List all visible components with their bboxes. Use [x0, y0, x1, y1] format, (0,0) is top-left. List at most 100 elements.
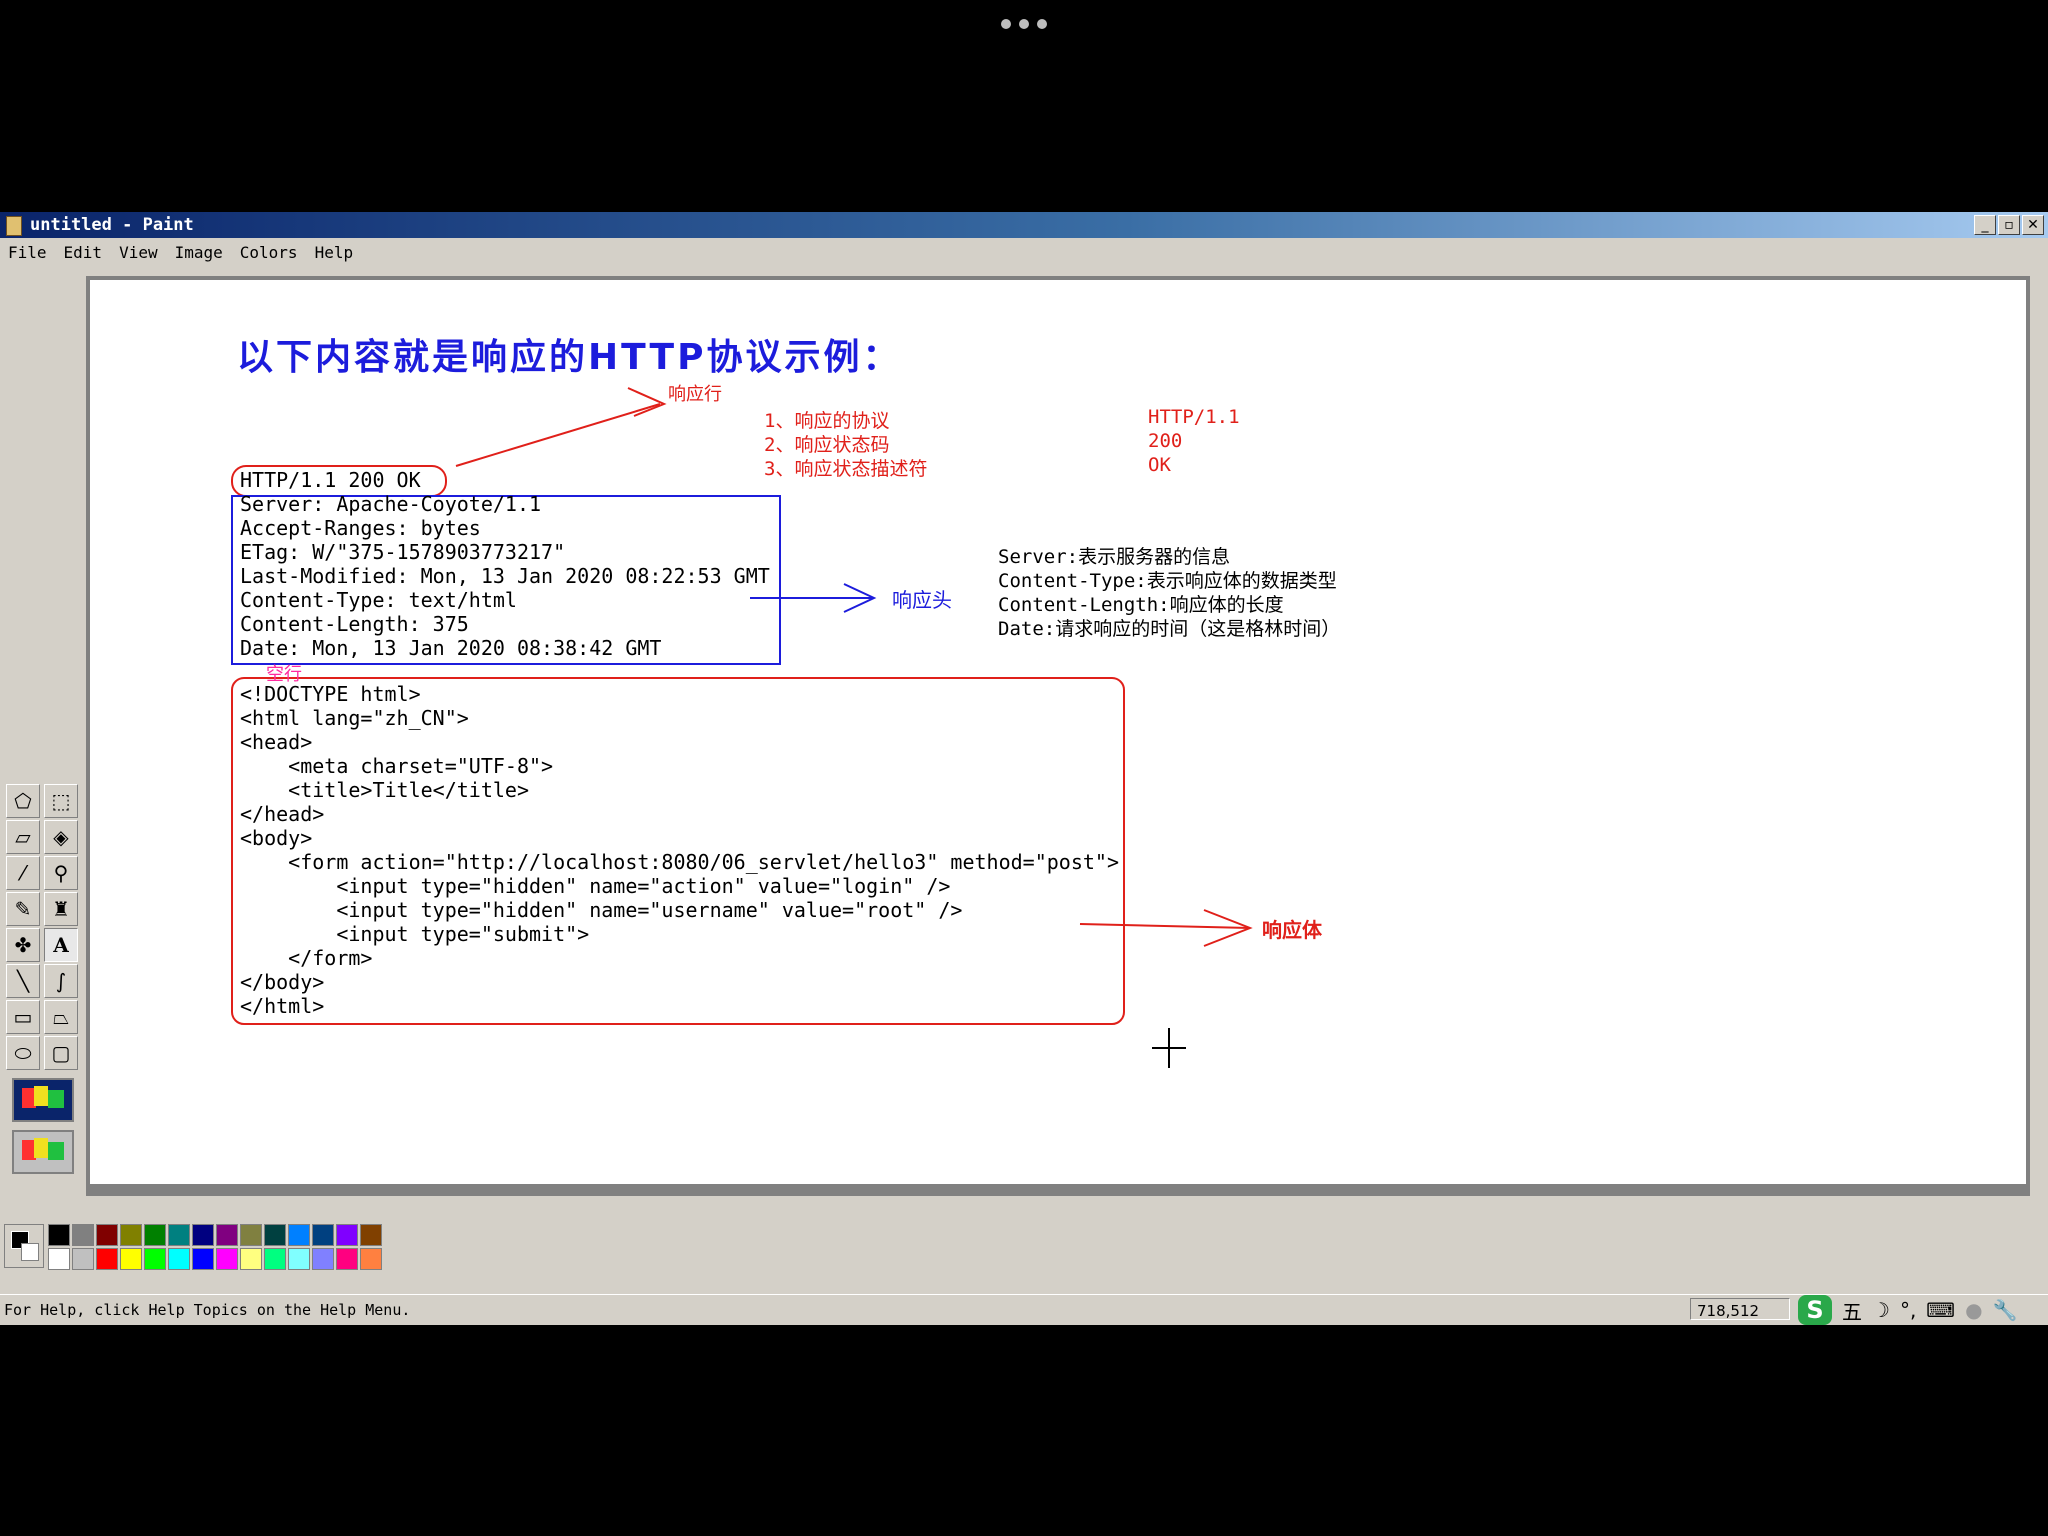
- color-swatch[interactable]: [216, 1248, 238, 1270]
- color-swatch[interactable]: [168, 1248, 190, 1270]
- color-swatches: [48, 1224, 382, 1270]
- paint-app-icon: [6, 216, 22, 236]
- color-swatch[interactable]: [72, 1224, 94, 1246]
- canvas-scroll-area: 以下内容就是响应的HTTP协议示例： HTTP/1.1 200 OK 响应行 1…: [86, 276, 2030, 1196]
- explain-protocol-value: HTTP/1.1: [1148, 406, 1240, 428]
- polygon-icon[interactable]: ⏢: [44, 1000, 78, 1034]
- free-select-icon[interactable]: ⬠: [6, 784, 40, 818]
- color-swatch[interactable]: [264, 1224, 286, 1246]
- pencil-icon[interactable]: ✎: [6, 892, 40, 926]
- color-swatch[interactable]: [360, 1224, 382, 1246]
- status-line-text: HTTP/1.1 200 OK: [240, 468, 421, 492]
- color-swatch[interactable]: [336, 1224, 358, 1246]
- color-swatch[interactable]: [312, 1248, 334, 1270]
- menu-help[interactable]: Help: [307, 238, 363, 264]
- drawing-canvas[interactable]: 以下内容就是响应的HTTP协议示例： HTTP/1.1 200 OK 响应行 1…: [90, 280, 2026, 1184]
- background-color: [21, 1243, 39, 1261]
- explain-desc-label: 3、响应状态描述符: [764, 458, 928, 480]
- wrench-icon[interactable]: 🔧: [1993, 1298, 2018, 1322]
- body-line: <head>: [240, 730, 313, 754]
- menu-edit[interactable]: Edit: [56, 238, 112, 264]
- color-swatch[interactable]: [360, 1248, 382, 1270]
- keyboard-icon[interactable]: ⌨: [1926, 1298, 1955, 1322]
- color-swatch[interactable]: [48, 1224, 70, 1246]
- text-icon[interactable]: A: [44, 928, 78, 962]
- ellipse-icon[interactable]: ⬭: [6, 1036, 40, 1070]
- color-swatch[interactable]: [120, 1248, 142, 1270]
- menu-image[interactable]: Image: [167, 238, 232, 264]
- status-line-arrow: [455, 403, 661, 467]
- header-explain-line: Content-Type:表示响应体的数据类型: [998, 570, 1337, 592]
- body-line: <input type="hidden" name="username" val…: [240, 898, 963, 922]
- user-icon[interactable]: ●: [1965, 1298, 1982, 1322]
- menu-file[interactable]: File: [0, 238, 56, 264]
- body-line: <input type="submit">: [240, 922, 590, 946]
- color-swatch[interactable]: [312, 1224, 334, 1246]
- body-arrow: [1079, 923, 1251, 929]
- color-swatch[interactable]: [240, 1248, 262, 1270]
- rect-select-icon[interactable]: ⬚: [44, 784, 78, 818]
- color-swatch[interactable]: [168, 1224, 190, 1246]
- pick-color-icon[interactable]: ⁄: [6, 856, 40, 890]
- minimize-button[interactable]: _: [1974, 215, 1996, 235]
- punctuation-icon[interactable]: °,: [1900, 1298, 1916, 1322]
- sogou-ime-icon[interactable]: S: [1798, 1295, 1832, 1325]
- eraser-icon[interactable]: ▱: [6, 820, 40, 854]
- body-line: <!DOCTYPE html>: [240, 682, 421, 706]
- line-icon[interactable]: ╲: [6, 964, 40, 998]
- opaque-option-icon[interactable]: [12, 1078, 74, 1122]
- color-swatch[interactable]: [192, 1224, 214, 1246]
- color-swatch[interactable]: [288, 1224, 310, 1246]
- title-bar[interactable]: untitled - Paint _ ▫ ✕: [0, 212, 2048, 238]
- color-swatch[interactable]: [48, 1248, 70, 1270]
- fill-icon[interactable]: ◈: [44, 820, 78, 854]
- half-width-moon-icon[interactable]: ☽: [1872, 1298, 1890, 1322]
- color-swatch[interactable]: [144, 1224, 166, 1246]
- menu-view[interactable]: View: [111, 238, 167, 264]
- airbrush-icon[interactable]: ✤: [6, 928, 40, 962]
- header-line: Last-Modified: Mon, 13 Jan 2020 08:22:53…: [240, 564, 770, 588]
- ime-toolbar: S 五 ☽ °, ⌨ ● 🔧: [1798, 1295, 2018, 1325]
- color-swatch[interactable]: [96, 1248, 118, 1270]
- header-explain-line: Content-Length:响应体的长度: [998, 594, 1284, 616]
- explain-protocol-label: 1、响应的协议: [764, 410, 890, 432]
- menu-bar: File Edit View Image Colors Help: [0, 238, 2048, 264]
- transparent-option-icon[interactable]: [12, 1130, 74, 1174]
- explain-code-value: 200: [1148, 430, 1183, 452]
- header-line: Date: Mon, 13 Jan 2020 08:38:42 GMT: [240, 636, 662, 660]
- close-button[interactable]: ✕: [2022, 215, 2044, 235]
- status-message: For Help, click Help Topics on the Help …: [4, 1301, 411, 1319]
- rounded-rect-icon[interactable]: ▢: [44, 1036, 78, 1070]
- body-line: <form action="http://localhost:8080/06_s…: [240, 850, 1119, 874]
- menu-colors[interactable]: Colors: [232, 238, 307, 264]
- ime-mode-indicator[interactable]: 五: [1842, 1296, 1862, 1325]
- color-swatch[interactable]: [144, 1248, 166, 1270]
- window-title: untitled - Paint: [30, 215, 194, 235]
- body-line: <input type="hidden" name="action" value…: [240, 874, 951, 898]
- magnifier-icon[interactable]: ⚲: [44, 856, 78, 890]
- explain-code-label: 2、响应状态码: [764, 434, 890, 456]
- restore-button[interactable]: ▫: [1998, 215, 2020, 235]
- color-swatch[interactable]: [288, 1248, 310, 1270]
- more-options-icon[interactable]: [996, 14, 1052, 34]
- body-line: <meta charset="UTF-8">: [240, 754, 554, 778]
- paint-window: untitled - Paint _ ▫ ✕ File Edit View Im…: [0, 212, 2048, 1325]
- color-swatch[interactable]: [192, 1248, 214, 1270]
- color-swatch[interactable]: [96, 1224, 118, 1246]
- color-swatch[interactable]: [120, 1224, 142, 1246]
- annotation-shapes: [231, 387, 1253, 1068]
- color-swatch[interactable]: [336, 1248, 358, 1270]
- color-swatch[interactable]: [240, 1224, 262, 1246]
- body-line: <title>Title</title>: [240, 778, 529, 802]
- body-line: <html lang="zh_CN">: [240, 706, 469, 730]
- color-swatch[interactable]: [72, 1248, 94, 1270]
- color-swatch[interactable]: [264, 1248, 286, 1270]
- color-swatch[interactable]: [216, 1224, 238, 1246]
- explain-desc-value: OK: [1148, 454, 1171, 476]
- rectangle-icon[interactable]: ▭: [6, 1000, 40, 1034]
- current-colors[interactable]: [4, 1224, 44, 1268]
- body-line: <body>: [240, 826, 313, 850]
- status-line-label: 响应行: [668, 384, 722, 405]
- curve-icon[interactable]: ∫: [44, 964, 78, 998]
- brush-icon[interactable]: ♜: [44, 892, 78, 926]
